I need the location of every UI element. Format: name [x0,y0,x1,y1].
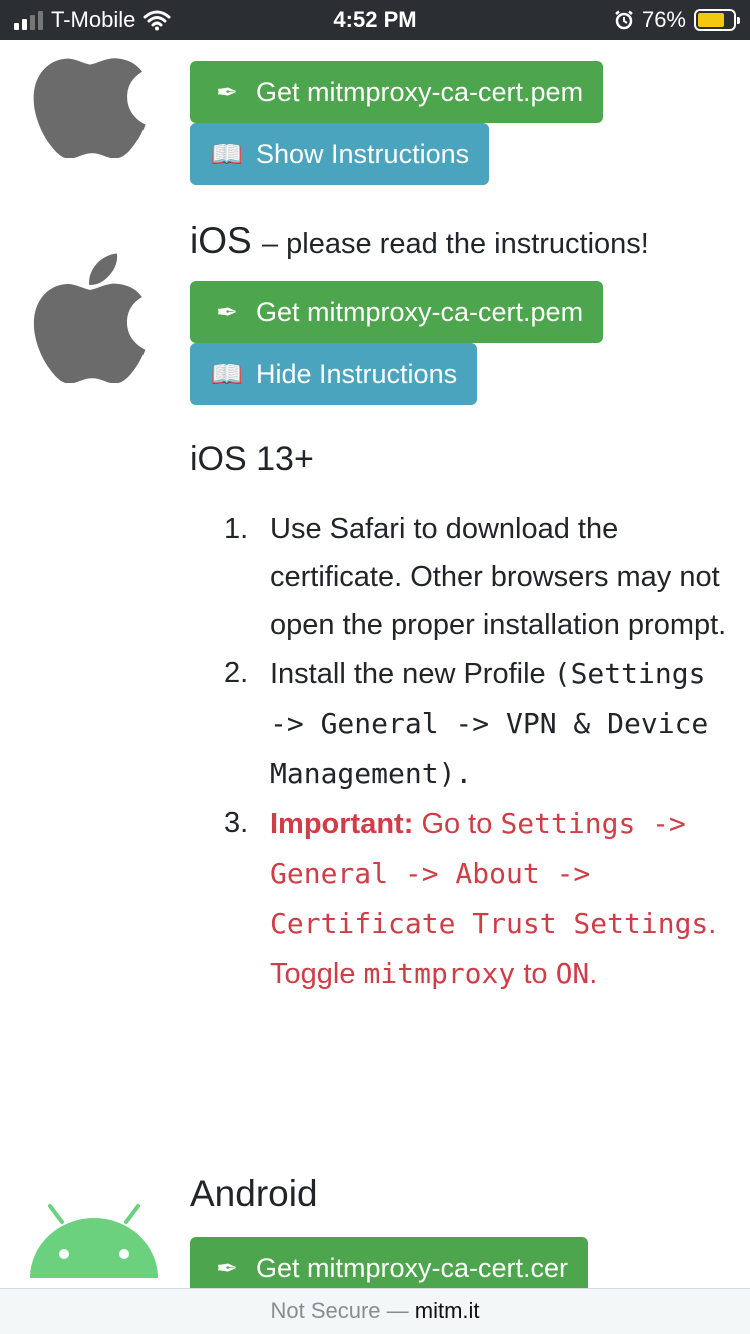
show-instructions-label: Show Instructions [256,138,470,169]
page-content[interactable]: ✒ Get mitmproxy-ca-cert.pem 📖 Show Instr… [0,40,750,1288]
battery-percent: 76% [641,7,686,32]
battery-icon [694,9,740,31]
status-bar: T-Mobile 4:52 PM 76% [0,0,750,40]
book-icon: 📖 [210,138,244,169]
apple-logo-icon [33,58,146,158]
alarm-clock-icon [615,10,633,30]
show-instructions-button[interactable]: 📖 Show Instructions [190,123,490,185]
get-pem-label: Get mitmproxy-ca-cert.pem [256,76,584,107]
pen-nib-icon: ✒ [216,76,238,107]
security-label: Not Secure — [270,1298,409,1323]
pen-nib-icon: ✒ [216,1252,238,1283]
ios-section-heading: iOS – please read the instructions! [190,220,649,262]
hide-instructions-label: Hide Instructions [256,358,458,389]
hide-instructions-button[interactable]: 📖 Hide Instructions [190,343,478,405]
url-host: mitm.it [414,1298,480,1323]
pen-nib-icon: ✒ [216,296,238,327]
mitmproxy-code: mitmproxy [363,957,516,990]
book-icon: 📖 [210,358,244,389]
get-cer-button-android[interactable]: ✒ Get mitmproxy-ca-cert.cer [190,1237,589,1288]
apple-logo-icon [33,253,146,383]
get-pem-label: Get mitmproxy-ca-cert.pem [256,296,584,327]
get-pem-button-macos[interactable]: ✒ Get mitmproxy-ca-cert.pem [190,61,604,123]
android-section-heading: Android [190,1173,318,1214]
instructions-heading: iOS 13+ [190,440,314,478]
get-pem-button-ios[interactable]: ✒ Get mitmproxy-ca-cert.pem [190,281,604,343]
list-item-important: 3. Important: Go to Settings -> General … [224,807,717,990]
ios-title: iOS [190,220,252,261]
android-logo-icon [30,1204,158,1278]
list-item: 1. Use Safari to download the certificat… [224,513,727,641]
important-label: Important: [270,808,414,840]
status-right: 76% [614,7,740,33]
battery-level [698,13,724,27]
address-bar[interactable]: Not Secure — mitm.it [0,1288,750,1334]
list-item: 2. Install the new Profile (Settings -> … [224,657,709,790]
instructions-list: 1. Use Safari to download the certificat… [190,505,730,999]
on-code: ON [555,957,590,990]
get-cer-label: Get mitmproxy-ca-cert.cer [256,1252,569,1283]
ios-subtitle: – please read the instructions! [261,228,649,260]
